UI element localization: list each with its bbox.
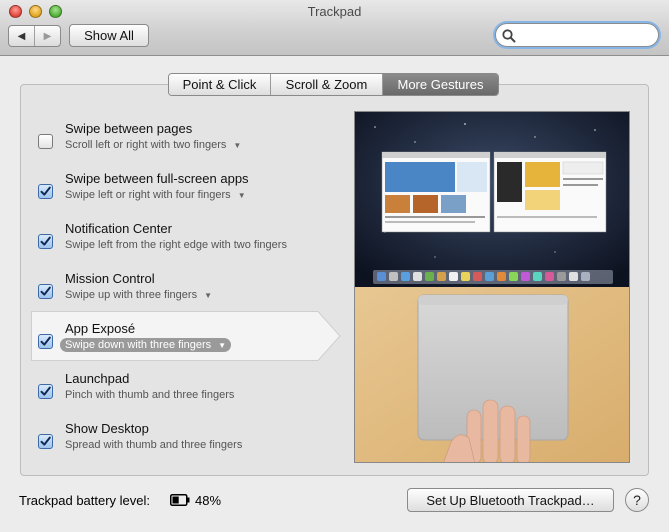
checkmark-icon (40, 186, 51, 196)
show-desktop-checkbox[interactable] (38, 434, 53, 449)
chevron-down-icon: ▼ (233, 140, 242, 150)
checkmark-icon (40, 386, 51, 396)
tab-scroll-zoom[interactable]: Scroll & Zoom (270, 74, 382, 95)
swipe-between-pages-title: Swipe between pages (65, 121, 193, 136)
app-expose-checkbox[interactable] (38, 334, 53, 349)
gesture-row-notification-center[interactable]: Notification Center Swipe left from the r… (38, 221, 318, 267)
notification-center-checkbox[interactable] (38, 234, 53, 249)
swipe-between-pages-checkbox[interactable] (38, 134, 53, 149)
window-toolbar: Trackpad ◀ ▶ Show All (0, 0, 669, 56)
gesture-row-show-desktop[interactable]: Show Desktop Spread with thumb and three … (38, 421, 318, 467)
swipe-between-pages-gesture-popup[interactable]: Scroll left or right with two fingers ▼ (65, 139, 241, 151)
gesture-row-app-expose[interactable]: App Exposé Swipe down with three fingers ▼ (38, 321, 318, 367)
search-input[interactable] (495, 23, 659, 47)
checkmark-icon (40, 236, 51, 246)
app-expose-title: App Exposé (65, 321, 136, 336)
show-desktop-description: Spread with thumb and three fingers (65, 439, 242, 451)
swipe-between-fullscreen-apps-title: Swipe between full-screen apps (65, 171, 249, 186)
tab-more-gestures[interactable]: More Gestures (382, 74, 498, 95)
help-button[interactable]: ? (625, 488, 649, 512)
gesture-preview-image (354, 111, 630, 463)
window-title: Trackpad (307, 4, 362, 19)
gesture-row-swipe-between-fullscreen-apps[interactable]: Swipe between full-screen apps Swipe left… (38, 171, 318, 217)
notification-center-subtitle: Swipe left from the right edge with two … (65, 239, 287, 251)
chevron-down-icon: ▼ (237, 190, 246, 200)
gesture-row-mission-control[interactable]: Mission Control Swipe up with three finge… (38, 271, 318, 317)
notification-center-title: Notification Center (65, 221, 172, 236)
chevron-down-icon: ▼ (218, 340, 227, 350)
back-forward-control: ◀ ▶ (8, 25, 61, 47)
mission-control-subtitle: Swipe up with three fingers (65, 289, 198, 301)
tab-bar: Point & Click Scroll & Zoom More Gesture… (168, 73, 499, 96)
swipe-between-pages-subtitle: Scroll left or right with two fingers (65, 139, 227, 151)
swipe-between-fullscreen-apps-gesture-popup[interactable]: Swipe left or right with four fingers ▼ (65, 189, 246, 201)
checkmark-icon (40, 436, 51, 446)
launchpad-description: Pinch with thumb and three fingers (65, 389, 234, 401)
mission-control-checkbox[interactable] (38, 284, 53, 299)
battery-level-label: Trackpad battery level: (19, 493, 151, 508)
show-desktop-title: Show Desktop (65, 421, 149, 436)
show-all-button[interactable]: Show All (69, 24, 149, 47)
notification-center-description: Swipe left from the right edge with two … (65, 239, 287, 251)
gesture-row-launchpad[interactable]: Launchpad Pinch with thumb and three fing… (38, 371, 318, 417)
battery-icon (170, 494, 190, 506)
setup-bluetooth-trackpad-button[interactable]: Set Up Bluetooth Trackpad… (407, 488, 614, 512)
app-expose-subtitle: Swipe down with three fingers (65, 339, 212, 351)
checkmark-icon (40, 336, 51, 346)
battery-percent: 48% (195, 493, 222, 508)
mission-control-title: Mission Control (65, 271, 155, 286)
mission-control-gesture-popup[interactable]: Swipe up with three fingers ▼ (65, 289, 212, 301)
gesture-row-swipe-between-pages[interactable]: Swipe between pages Scroll left or right … (38, 121, 318, 167)
tab-point-click[interactable]: Point & Click (169, 74, 270, 95)
back-arrow-icon[interactable]: ◀ (9, 26, 34, 46)
swipe-between-fullscreen-apps-checkbox[interactable] (38, 184, 53, 199)
show-desktop-subtitle: Spread with thumb and three fingers (65, 439, 243, 451)
forward-arrow-icon[interactable]: ▶ (34, 26, 60, 46)
launchpad-title: Launchpad (65, 371, 130, 386)
launchpad-subtitle: Pinch with thumb and three fingers (65, 389, 235, 401)
checkmark-icon (40, 286, 51, 296)
launchpad-checkbox[interactable] (38, 384, 53, 399)
app-expose-gesture-popup[interactable]: Swipe down with three fingers ▼ (60, 338, 232, 352)
swipe-between-fullscreen-apps-subtitle: Swipe left or right with four fingers (65, 189, 231, 201)
chevron-down-icon: ▼ (204, 290, 212, 300)
search-icon (502, 29, 516, 43)
